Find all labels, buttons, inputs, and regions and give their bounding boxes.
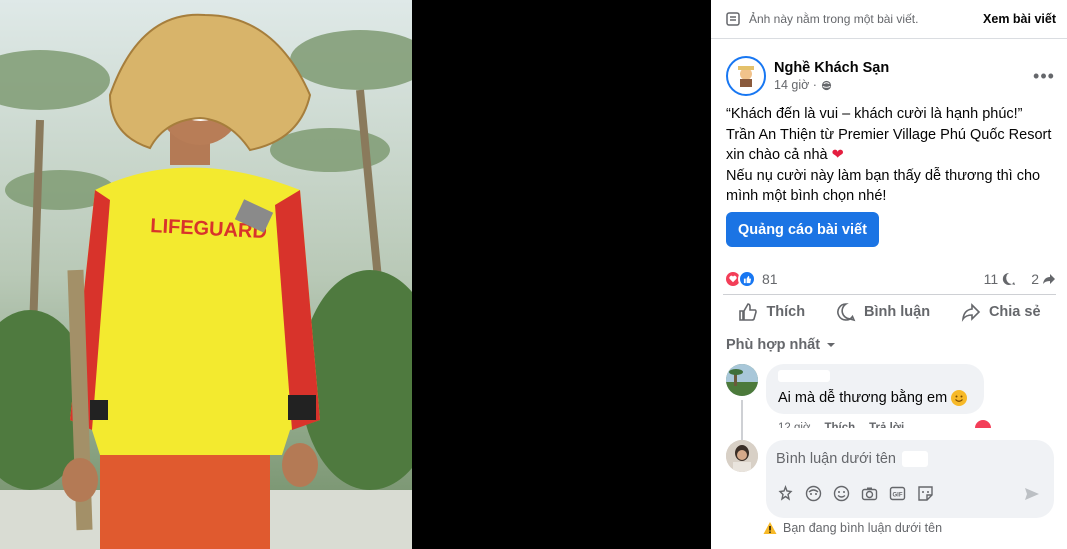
photo-area: LIFEGUARD (0, 0, 711, 549)
share-label: Chia sẻ (988, 304, 1041, 320)
meta-dot: · (809, 78, 817, 92)
comment-bubble: Ai mà dễ thương bằng em (766, 364, 984, 414)
avatar-sticker-icon[interactable] (776, 484, 794, 502)
reaction-summary: 81 11 2 (724, 268, 1056, 290)
emoji-face-icon[interactable] (804, 484, 822, 502)
gif-icon[interactable]: GIF (888, 484, 906, 502)
divider (711, 38, 1067, 39)
notice-text: Ảnh này nằm trong một bài viết. (749, 12, 919, 26)
caption-line: “Khách đến là vui – khách cười là hạnh p… (726, 106, 1023, 122)
author-name[interactable]: Nghề Khách Sạn (774, 60, 889, 76)
actions-divider (723, 294, 1056, 295)
comment-icon (837, 303, 856, 322)
more-icon[interactable]: ••• (1032, 64, 1056, 88)
warning-icon (763, 522, 777, 534)
boost-post-button[interactable]: Quảng cáo bài viết (726, 212, 879, 247)
comment-reply-link[interactable]: Trả lời (869, 421, 904, 428)
send-icon[interactable] (1024, 486, 1040, 502)
caption-line: Trần An Thiện từ Premier Village Phú Quố… (726, 126, 1052, 143)
comment-label: Bình luận (864, 304, 931, 320)
like-icon (739, 303, 758, 321)
photo-viewer: LIFEGUARD Ảnh này nằm trong một bài viết… (0, 0, 1067, 549)
post-photo[interactable]: LIFEGUARD (0, 0, 412, 549)
like-button[interactable]: Thích (738, 302, 805, 322)
comment-text: Ai mà dễ thương bằng em (778, 390, 948, 406)
view-post-link[interactable]: Xem bài viết (983, 12, 1056, 26)
comment-button[interactable]: Bình luận (836, 302, 930, 322)
like-reaction-icon (738, 270, 756, 288)
post-actions: Thích Bình luận Chia sẻ (723, 296, 1056, 328)
caption-line: mình một bình chọn nhé! (726, 188, 887, 204)
emoji-icon[interactable] (832, 484, 850, 502)
sort-label: Phù hợp nhất (726, 337, 821, 353)
comment-love-icon (974, 419, 992, 428)
post-author: Nghề Khách Sạn 14 giờ · ••• (726, 54, 1056, 98)
post-notice: Ảnh này nằm trong một bài viết. Xem bài … (726, 9, 1056, 29)
post-caption: “Khách đến là vui – khách cười là hạnh p… (726, 104, 1056, 207)
doc-icon (726, 12, 740, 26)
comment-count[interactable]: 11 (984, 271, 1018, 287)
caption-line-with-heart: xin chào cả nhà ❤ (726, 145, 1056, 166)
globe-icon (821, 80, 832, 90)
post-panel: Ảnh này nằm trong một bài viết. Xem bài … (711, 0, 1067, 549)
counts-right: 11 2 (984, 271, 1056, 287)
share-button[interactable]: Chia sẻ (961, 302, 1041, 322)
identity-name-hidden (902, 451, 928, 467)
current-user-avatar[interactable] (726, 440, 758, 472)
comment-text-row: Ai mà dễ thương bằng em (778, 390, 972, 406)
composer-tools: GIF (776, 484, 934, 502)
share-count-value: 2 (1031, 271, 1039, 287)
comment-count-value: 11 (983, 271, 999, 287)
commenter-name-hidden[interactable] (778, 370, 830, 382)
post-time[interactable]: 14 giờ (774, 78, 809, 92)
sticker-icon[interactable] (916, 484, 934, 502)
comment-bubble-icon (1003, 272, 1016, 285)
share-count[interactable]: 2 (1031, 271, 1056, 287)
reaction-icons[interactable] (724, 270, 756, 288)
svg-text:GIF: GIF (892, 492, 902, 498)
comment-time[interactable]: 12 giờ (778, 421, 810, 428)
identity-warning-text: Bạn đang bình luận dưới tên (783, 521, 943, 535)
comment-meta: 12 giờ Thích Trả lời (778, 421, 904, 428)
caption-line: Nếu nụ cười này làm bạn thấy dễ thương t… (726, 167, 1041, 184)
page-avatar[interactable] (726, 56, 766, 96)
comment-placeholder-text: Bình luận dưới tên (776, 451, 896, 467)
post-meta: 14 giờ · (774, 78, 889, 92)
reaction-count[interactable]: 81 (762, 271, 778, 287)
author-text: Nghề Khách Sạn 14 giờ · (774, 60, 889, 92)
identity-warning: Bạn đang bình luận dưới tên (763, 521, 942, 535)
camera-icon[interactable] (860, 484, 878, 502)
heart-emoji-icon: ❤ (831, 147, 844, 163)
caption-line: xin chào cả nhà (726, 147, 828, 163)
share-icon (961, 303, 981, 322)
comment-sort[interactable]: Phù hợp nhất (726, 337, 836, 353)
comment-input[interactable]: Bình luận dưới tên GIF (766, 440, 1054, 518)
comment-placeholder: Bình luận dưới tên (776, 451, 928, 467)
chevron-down-icon (827, 343, 836, 347)
smile-emoji-icon (951, 390, 968, 406)
like-label: Thích (766, 304, 806, 320)
commenter-avatar[interactable] (726, 364, 758, 396)
share-arrow-icon (1043, 274, 1055, 284)
comment-like-link[interactable]: Thích (824, 421, 855, 428)
